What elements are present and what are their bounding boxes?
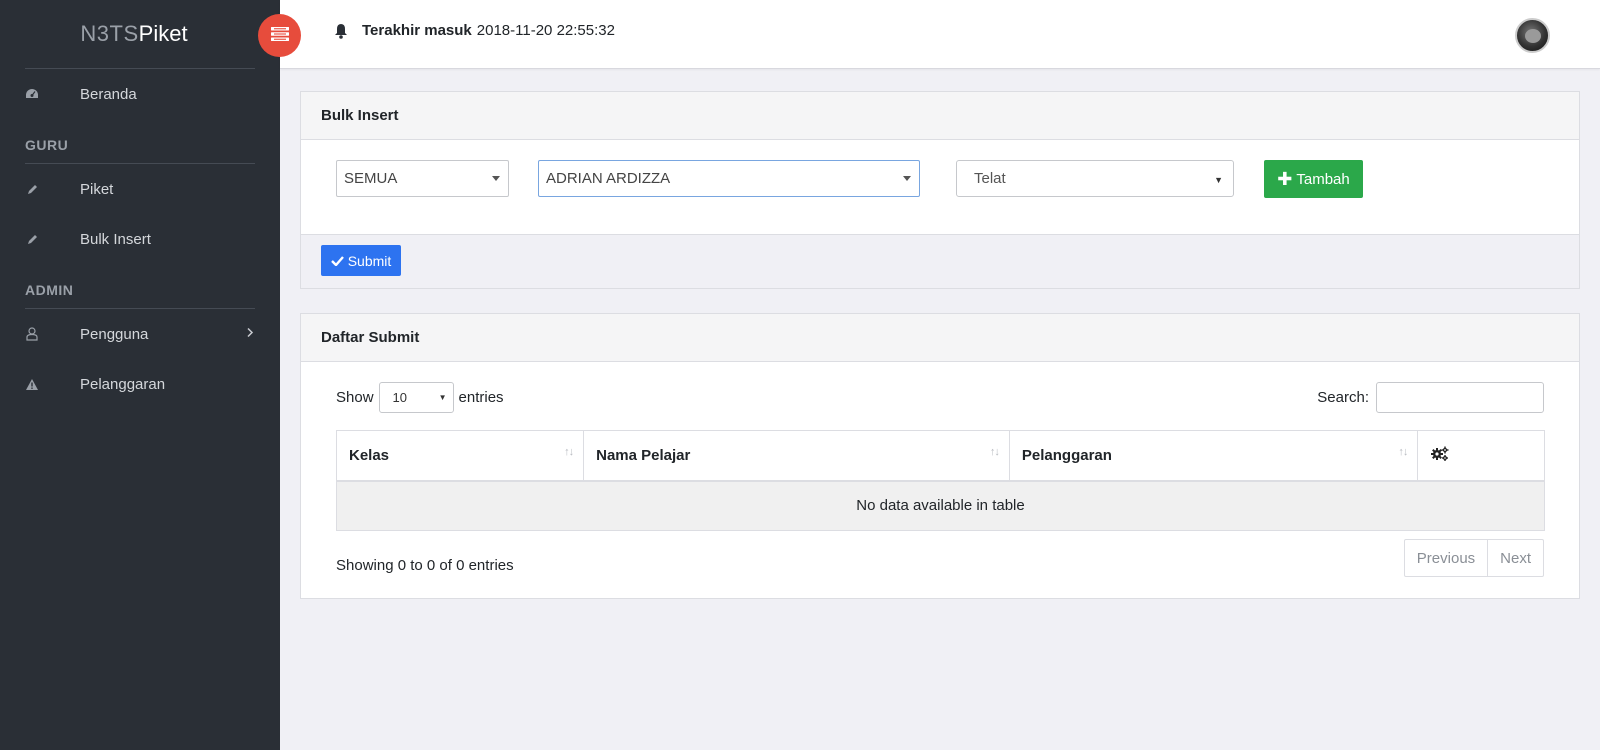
sort-icon: ↑↓ bbox=[1398, 446, 1408, 458]
sidebar-item-label: Pengguna bbox=[80, 325, 149, 343]
card-title: Bulk Insert bbox=[301, 92, 1579, 140]
kelas-select[interactable]: SEMUA bbox=[336, 160, 509, 197]
sidebar-item-label: Beranda bbox=[80, 85, 137, 103]
show-label: Show bbox=[336, 389, 374, 406]
brand-logo[interactable]: N3TS Piket bbox=[0, 0, 280, 68]
column-header-label: Pelanggaran bbox=[1021, 446, 1112, 464]
sidebar-section-guru: GURU bbox=[25, 137, 69, 153]
caret-down-icon: ▼ bbox=[438, 393, 447, 402]
sidebar-item-pelanggaran[interactable]: Pelanggaran bbox=[0, 359, 280, 409]
pelajar-select[interactable]: ADRIAN ARDIZZA bbox=[538, 160, 920, 197]
warning-icon bbox=[24, 376, 40, 392]
last-login-info: Terakhir masuk 2018-11-20 22:55:32 bbox=[334, 22, 615, 39]
caret-down-icon: ▼ bbox=[1214, 175, 1223, 185]
brand-bold: Piket bbox=[138, 21, 188, 46]
column-header-label: Kelas bbox=[349, 446, 390, 464]
bell-icon bbox=[334, 23, 348, 39]
menu-toggle-button[interactable] bbox=[258, 14, 301, 57]
pencil-icon bbox=[24, 181, 40, 197]
column-header-actions bbox=[1417, 430, 1545, 482]
datatable-controls: Show 10 ▼ entries Search: bbox=[301, 362, 1579, 430]
entries-label: entries bbox=[458, 389, 504, 406]
bulk-insert-footer: Submit bbox=[301, 234, 1579, 288]
empty-table-message: No data available in table bbox=[336, 480, 1545, 531]
search-input[interactable] bbox=[1376, 382, 1544, 413]
topbar: Terakhir masuk 2018-11-20 22:55:32 bbox=[280, 0, 1600, 69]
pagination: Previous Next bbox=[1403, 539, 1544, 577]
card-title: Daftar Submit bbox=[301, 314, 1579, 362]
sidebar-item-piket[interactable]: Piket bbox=[0, 164, 280, 214]
menu-icon bbox=[270, 26, 289, 45]
submit-button-label: Submit bbox=[347, 252, 392, 269]
plus-icon: ✚ bbox=[1277, 169, 1293, 189]
search-control: Search: bbox=[1317, 382, 1544, 413]
gears-icon bbox=[1430, 446, 1449, 465]
sidebar-item-bulk-insert[interactable]: Bulk Insert bbox=[0, 214, 280, 264]
check-icon bbox=[330, 255, 344, 266]
caret-down-icon bbox=[903, 176, 911, 181]
sidebar-section-admin: ADMIN bbox=[25, 282, 74, 298]
sidebar-item-beranda[interactable]: Beranda bbox=[0, 69, 280, 119]
length-control: Show 10 ▼ entries bbox=[336, 382, 504, 413]
chevron-right-icon bbox=[246, 326, 254, 343]
avatar[interactable] bbox=[1515, 18, 1550, 53]
entries-length-select[interactable]: 10 ▼ bbox=[378, 382, 454, 413]
column-header-pelanggaran[interactable]: Pelanggaran ↑↓ bbox=[1008, 430, 1419, 482]
bulk-insert-form: SEMUA ADRIAN ARDIZZA Telat ▼ ✚ Tambah bbox=[301, 140, 1579, 234]
pencil-icon bbox=[24, 231, 40, 247]
sort-icon: ↑↓ bbox=[989, 446, 1000, 458]
user-icon bbox=[24, 326, 40, 342]
last-login-label: Terakhir masuk bbox=[362, 22, 472, 39]
sidebar-item-label: Bulk Insert bbox=[80, 230, 151, 248]
submit-table: Kelas ↑↓ Nama Pelajar ↑↓ Pelanggaran ↑↓ bbox=[335, 430, 1545, 531]
search-label: Search: bbox=[1317, 389, 1369, 406]
submit-button[interactable]: Submit bbox=[321, 245, 401, 276]
daftar-submit-card: Daftar Submit Show 10 ▼ entries Search: … bbox=[300, 313, 1580, 599]
sidebar-item-label: Piket bbox=[80, 180, 114, 198]
pelanggaran-select[interactable]: Telat ▼ bbox=[956, 160, 1234, 197]
kelas-select-value: SEMUA bbox=[344, 170, 398, 187]
pelajar-select-value: ADRIAN ARDIZZA bbox=[546, 170, 671, 187]
column-header-label: Nama Pelajar bbox=[596, 446, 691, 464]
next-button[interactable]: Next bbox=[1487, 540, 1543, 576]
entries-length-value: 10 bbox=[392, 390, 407, 405]
sidebar-item-pengguna[interactable]: Pengguna bbox=[0, 309, 280, 359]
add-button-label: Tambah bbox=[1296, 170, 1350, 188]
sidebar: N3TS Piket Beranda GURU Piket Bulk Insert… bbox=[0, 0, 280, 750]
previous-button[interactable]: Previous bbox=[1405, 540, 1487, 576]
add-button[interactable]: ✚ Tambah bbox=[1264, 160, 1363, 198]
caret-down-icon bbox=[492, 176, 500, 181]
brand-thin: N3TS bbox=[80, 21, 139, 46]
sidebar-item-label: Pelanggaran bbox=[80, 375, 166, 393]
dashboard-icon bbox=[24, 86, 40, 102]
pelanggaran-select-value: Telat bbox=[974, 170, 1006, 187]
table-row: No data available in table bbox=[336, 480, 1545, 531]
bulk-insert-card: Bulk Insert SEMUA ADRIAN ARDIZZA Telat ▼… bbox=[300, 91, 1580, 289]
column-header-nama-pelajar[interactable]: Nama Pelajar ↑↓ bbox=[583, 430, 1010, 482]
last-login-time: 2018-11-20 22:55:32 bbox=[476, 22, 615, 39]
column-header-kelas[interactable]: Kelas ↑↓ bbox=[335, 430, 585, 482]
sort-icon: ↑↓ bbox=[564, 446, 574, 458]
table-info: Showing 0 to 0 of 0 entries bbox=[336, 557, 514, 574]
